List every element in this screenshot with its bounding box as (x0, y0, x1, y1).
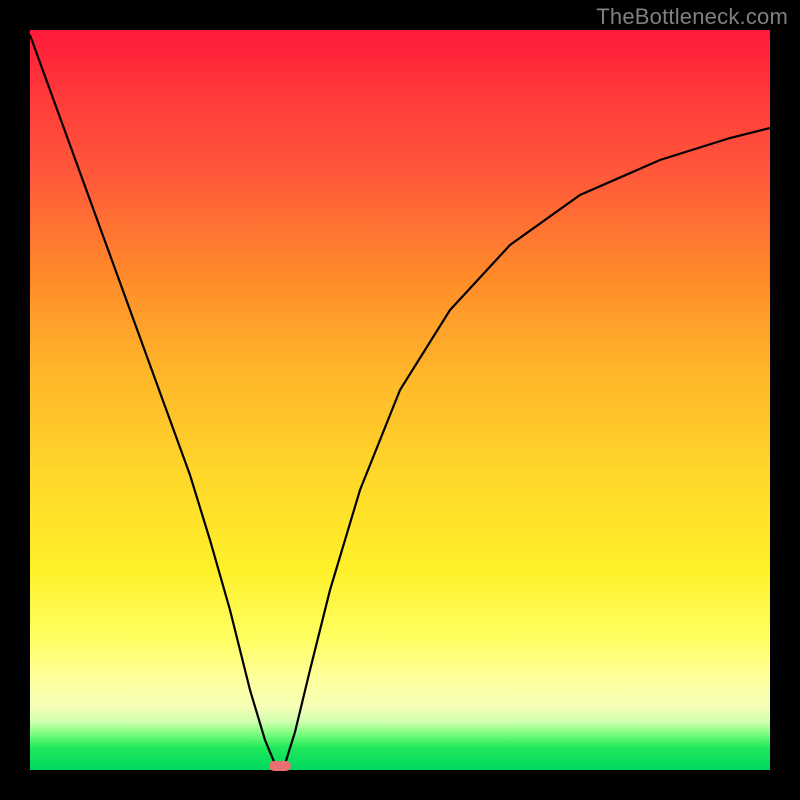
plot-area (30, 30, 770, 770)
curve-path (30, 35, 770, 770)
chart-frame: TheBottleneck.com (0, 0, 800, 800)
optimum-marker (269, 761, 291, 771)
watermark-text: TheBottleneck.com (596, 4, 788, 30)
bottleneck-curve (30, 30, 770, 770)
